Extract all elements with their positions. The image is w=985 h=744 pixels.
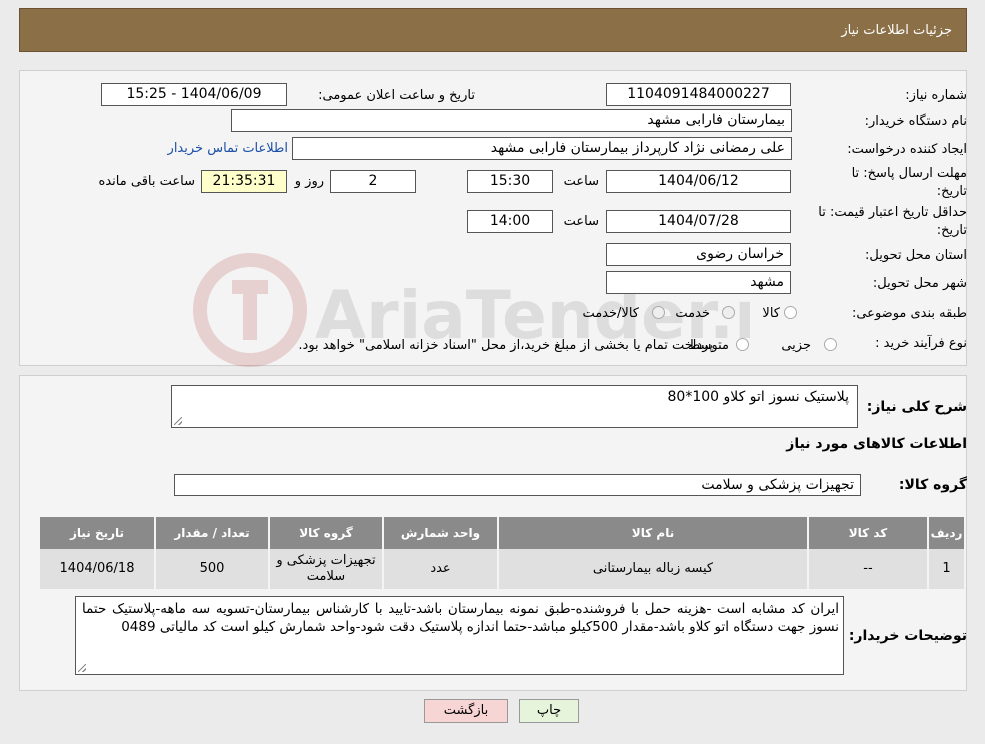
page-title: جزئیات اطلاعات نیاز (841, 23, 952, 38)
buyer-notes-textarea[interactable]: ایران کد مشابه است -هزینه حمل با فروشنده… (75, 596, 844, 675)
category-label: طبقه بندی موضوعی: (851, 306, 967, 321)
days-field: 2 (330, 170, 416, 193)
announce-label: تاریخ و ساعت اعلان عمومی: (318, 88, 475, 103)
deadline-time-field: 15:30 (467, 170, 553, 193)
cell-row: 1 (927, 549, 964, 589)
validity-date-field: 1404/07/28 (606, 210, 791, 233)
cell-code: -- (807, 549, 928, 589)
province-label: استان محل تحویل: (865, 248, 967, 263)
deadline-label-1: مهلت ارسال پاسخ: تا (851, 166, 967, 181)
cell-qty: 500 (154, 549, 269, 589)
summary-text: پلاستیک نسوز اتو کلاو 100*80 (667, 389, 850, 405)
back-button[interactable]: بازگشت (424, 699, 508, 723)
validity-label-2: تاریخ: (936, 223, 967, 238)
col-row-header: ردیف (927, 517, 964, 549)
goods-info-title: اطلاعات کالاهای مورد نیاز (786, 436, 967, 452)
buyer-contact-link[interactable]: اطلاعات تماس خریدار (168, 141, 288, 156)
deadline-date-field: 1404/06/12 (606, 170, 791, 193)
cell-date: 1404/06/18 (38, 549, 155, 589)
resize-grip-icon[interactable] (174, 417, 182, 425)
process-minor-label: جزیی (781, 338, 811, 353)
category-service-radio[interactable] (722, 306, 735, 319)
process-note: پرداخت تمام یا بخشی از مبلغ خرید،از محل … (298, 338, 713, 353)
col-group-header: گروه کالا (268, 517, 383, 549)
need-number-label: شماره نیاز: (905, 88, 967, 103)
days-word: روز و (294, 174, 324, 189)
creator-label: ایجاد کننده درخواست: (847, 142, 967, 157)
page-header: جزئیات اطلاعات نیاز (19, 8, 967, 52)
process-medium-radio[interactable] (736, 338, 749, 351)
summary-label: شرح کلی نیاز: (866, 399, 967, 415)
table-header-row: ردیف کد کالا نام کالا واحد شمارش گروه کا… (38, 517, 964, 549)
province-field: خراسان رضوی (606, 243, 791, 266)
validity-time-field: 14:00 (467, 210, 553, 233)
announce-field: 1404/06/09 - 15:25 (101, 83, 287, 106)
process-label: نوع فرآیند خرید : (875, 336, 967, 351)
buyer-org-field: بیمارستان فارابی مشهد (231, 109, 792, 132)
cell-name: کیسه زباله بیمارستانی (497, 549, 808, 589)
goods-table: ردیف کد کالا نام کالا واحد شمارش گروه کا… (38, 517, 964, 589)
goods-group-field: تجهیزات پزشکی و سلامت (174, 474, 861, 496)
remaining-label: ساعت باقی مانده (98, 174, 195, 189)
category-service-label: خدمت (675, 306, 710, 321)
city-label: شهر محل تحویل: (872, 276, 967, 291)
print-button[interactable]: چاپ (519, 699, 579, 723)
category-goods-radio[interactable] (784, 306, 797, 319)
category-goods-label: کالا (762, 306, 780, 321)
deadline-time-word: ساعت (563, 174, 599, 189)
col-name-header: نام کالا (497, 517, 808, 549)
cell-group: تجهیزات پزشکی و سلامت (268, 549, 383, 589)
resize-grip-icon[interactable] (78, 664, 86, 672)
col-unit-header: واحد شمارش (382, 517, 498, 549)
table-row: 1 -- کیسه زباله بیمارستانی عدد تجهیزات پ… (38, 549, 964, 589)
validity-time-word: ساعت (563, 214, 599, 229)
category-goods-service-radio[interactable] (652, 306, 665, 319)
city-field: مشهد (606, 271, 791, 294)
summary-textarea[interactable]: پلاستیک نسوز اتو کلاو 100*80 (171, 385, 858, 428)
buyer-org-label: نام دستگاه خریدار: (864, 114, 967, 129)
validity-label-1: حداقل تاریخ اعتبار قیمت: تا (818, 205, 967, 220)
col-date-header: تاریخ نیاز (38, 517, 155, 549)
category-goods-service-label: کالا/خدمت (582, 306, 639, 321)
col-code-header: کد کالا (807, 517, 928, 549)
remaining-time-field: 21:35:31 (201, 170, 287, 193)
buyer-notes-text: ایران کد مشابه است -هزینه حمل با فروشنده… (82, 601, 839, 635)
creator-field: علی رمضانی نژاد کارپرداز بیمارستان فاراب… (292, 137, 792, 160)
buyer-notes-label: توضیحات خریدار: (848, 628, 967, 644)
goods-group-label: گروه کالا: (898, 477, 967, 493)
deadline-label-2: تاریخ: (936, 184, 967, 199)
need-number-field: 1104091484000227 (606, 83, 791, 106)
cell-unit: عدد (382, 549, 498, 589)
process-minor-radio[interactable] (824, 338, 837, 351)
col-qty-header: تعداد / مقدار (154, 517, 269, 549)
